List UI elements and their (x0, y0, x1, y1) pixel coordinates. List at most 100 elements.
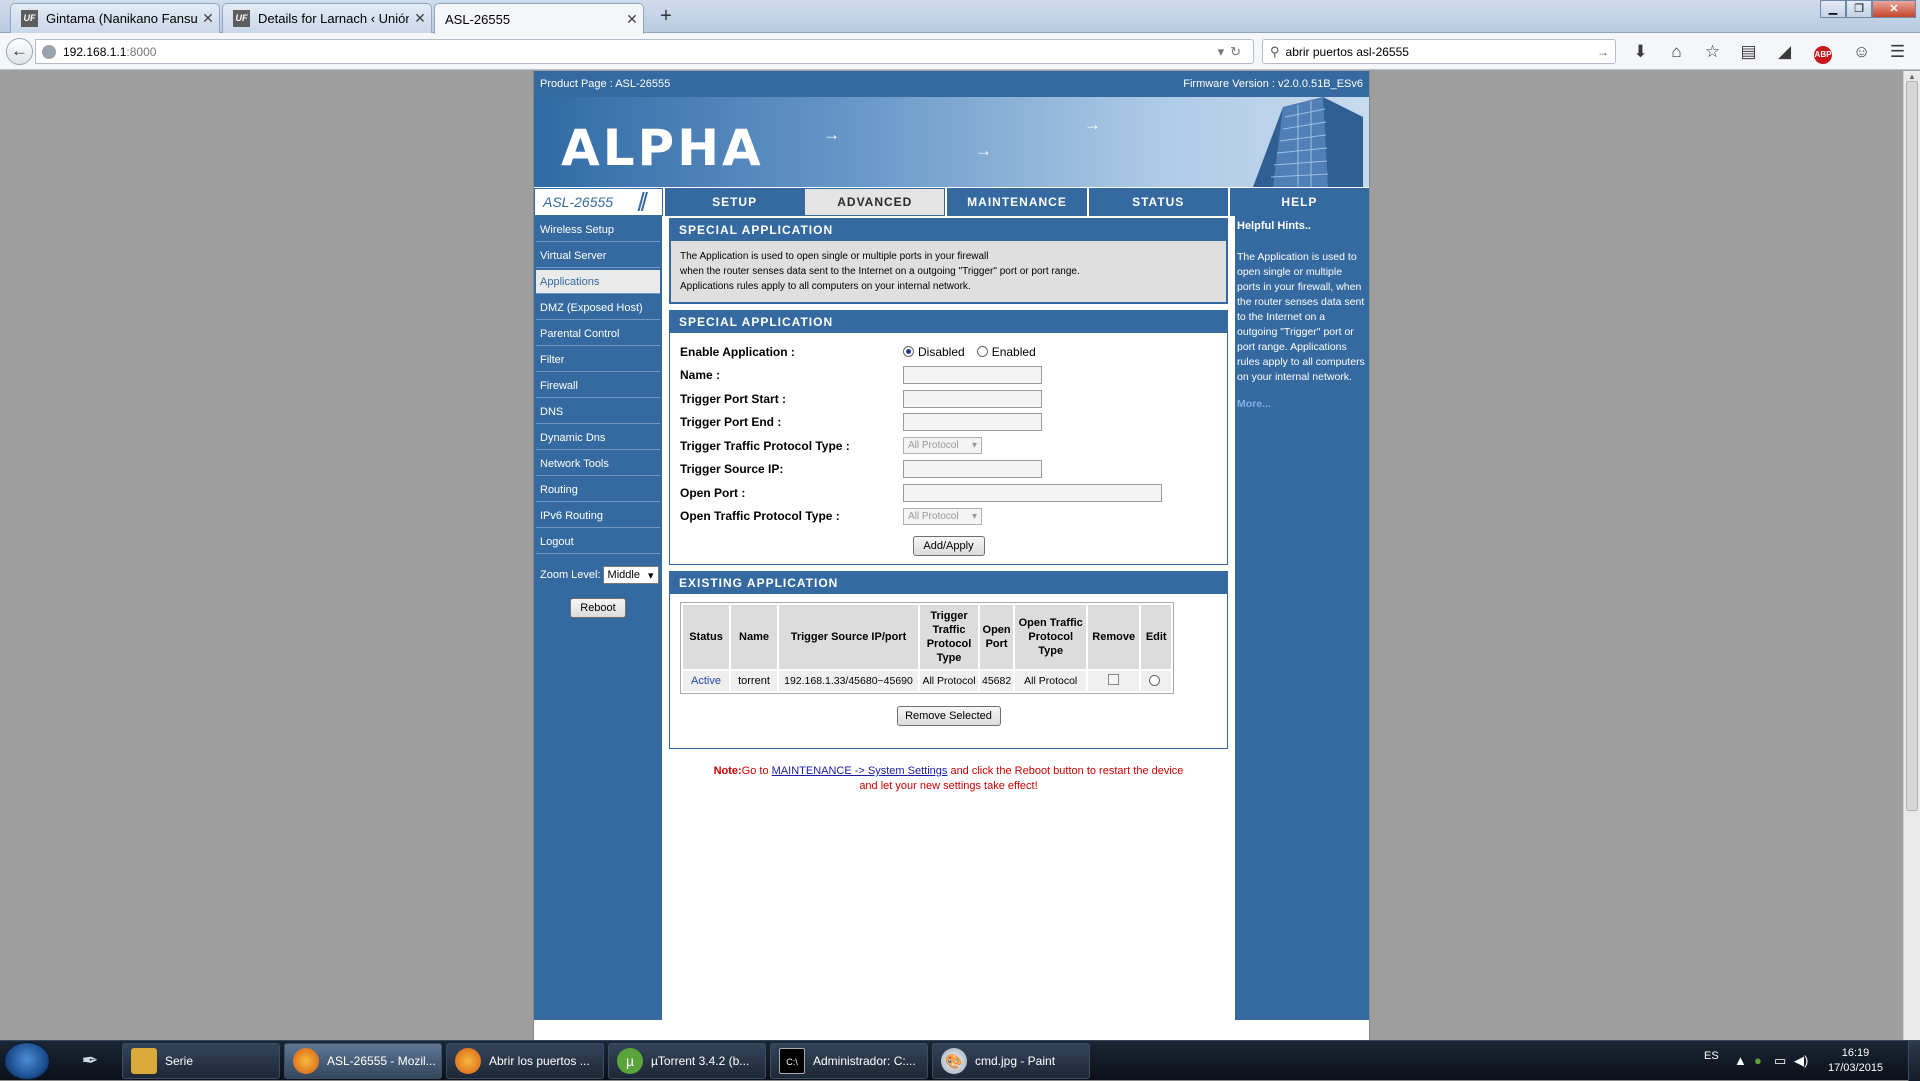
tab-help[interactable]: HELP (1227, 188, 1370, 216)
show-desktop-button[interactable] (1908, 1041, 1920, 1081)
menu-icon[interactable]: ☰ (1885, 40, 1910, 64)
volume-icon[interactable]: ◀) (1794, 1053, 1808, 1069)
close-tab-icon[interactable]: ✕ (197, 10, 219, 27)
sidebar-item-wireless-setup[interactable]: Wireless Setup (536, 218, 660, 242)
trigger-proto-select[interactable]: All Protocol ▾ (903, 437, 982, 455)
tab-gintama[interactable]: UF Gintama (Nanikano Fansu... ✕ (10, 3, 220, 33)
intro-line: The Application is used to open single o… (680, 251, 989, 262)
intro-description: The Application is used to open single o… (670, 241, 1227, 303)
scroll-up-icon[interactable]: ▲ (1908, 72, 1916, 81)
tab-advanced[interactable]: ADVANCED (804, 188, 946, 216)
radio-enabled[interactable]: Enabled (976, 345, 1036, 359)
taskbar-folder[interactable]: Serie (122, 1043, 280, 1079)
trigger-end-field[interactable] (903, 413, 1042, 432)
table-header-row: Status Name Trigger Source IP/port Trigg… (683, 605, 1172, 669)
radio-dot (903, 345, 914, 357)
sidebar-item-logout[interactable]: Logout (536, 530, 660, 554)
close-window-button[interactable]: ✕ (1872, 0, 1916, 18)
tab-status[interactable]: STATUS (1086, 188, 1228, 216)
adblock-icon[interactable]: ABP (1808, 40, 1838, 64)
trigger-proto-label: Trigger Traffic Protocol Type : (680, 438, 850, 453)
tab-setup[interactable]: SETUP (663, 188, 805, 216)
col-trigger-proto: Trigger Traffic Protocol Type (920, 605, 978, 669)
sidebar-item-dns[interactable]: DNS (536, 400, 660, 424)
url-host: 192.168.1.1 (63, 44, 127, 59)
sidebar-item-network-tools[interactable]: Network Tools (536, 452, 660, 476)
name-field[interactable] (903, 366, 1042, 385)
new-tab-button[interactable]: + (654, 4, 678, 30)
enable-row: Enable Application : Disabled Enabled (680, 340, 1217, 364)
navigation-bar: ← 192.168.1.1:8000 ▾↻ ⚲ abrir puertos as… (0, 33, 1920, 70)
sidebar-item-ipv6-routing[interactable]: IPv6 Routing (536, 504, 660, 528)
tab-larnach[interactable]: UF Details for Larnach ‹ Unión ... ✕ (222, 3, 432, 33)
add-apply-button[interactable]: Add/Apply (912, 536, 985, 556)
taskbar-utorrent[interactable]: µ µTorrent 3.4.2 (b... (608, 1043, 766, 1079)
sidebar-item-dynamic-dns[interactable]: Dynamic Dns (536, 426, 660, 450)
row-status: Active (683, 671, 729, 691)
utorrent-tray-icon[interactable]: ● (1754, 1053, 1762, 1068)
taskbar-firefox-router[interactable]: ASL-26555 - Mozil... (284, 1043, 442, 1079)
taskbar-firefox-puertos[interactable]: Abrir los puertos ... (446, 1043, 604, 1079)
intro-line: when the router senses data sent to the … (680, 266, 1080, 277)
download-icon[interactable]: ⬇ (1628, 40, 1653, 64)
col-open-port: Open Port (980, 605, 1014, 669)
open-port-label: Open Port : (680, 485, 746, 500)
bookmark-star-icon[interactable]: ☆ (1700, 40, 1725, 64)
taskbar-cmd[interactable]: C:\ Administrador: C:... (770, 1043, 928, 1079)
arrow-decoration-icon: → (1084, 115, 1101, 134)
reload-icon[interactable]: ▾↻ (1218, 44, 1253, 60)
tray-expand-icon[interactable]: ▲ (1734, 1053, 1747, 1068)
edit-radio[interactable] (1148, 674, 1160, 686)
close-tab-icon[interactable]: ✕ (621, 11, 643, 28)
home-icon[interactable]: ⌂ (1664, 40, 1689, 64)
clock[interactable]: 16:19 17/03/2015 (1828, 1046, 1883, 1076)
vertical-scrollbar[interactable]: ▲ (1903, 71, 1920, 1040)
tab-maintenance[interactable]: MAINTENANCE (945, 188, 1087, 216)
taskbar-label: ASL-26555 - Mozil... (327, 1054, 436, 1068)
scroll-thumb[interactable] (1906, 81, 1918, 811)
url-bar[interactable]: 192.168.1.1:8000 ▾↻ (35, 39, 1254, 64)
open-proto-select[interactable]: All Protocol ▾ (903, 507, 982, 525)
search-icon: ⚲ (1270, 43, 1280, 59)
zoom-select[interactable]: Middle ▾ (602, 566, 659, 584)
network-icon[interactable]: ▭ (1774, 1053, 1786, 1069)
sidebar-item-firewall[interactable]: Firewall (536, 374, 660, 398)
sidebar-item-routing[interactable]: Routing (536, 478, 660, 502)
search-bar[interactable]: ⚲ abrir puertos asl-26555 → (1262, 39, 1616, 64)
note-text: and click the Reboot button to restart t… (947, 765, 1184, 777)
arrow-decoration-icon: → (823, 125, 840, 144)
feather-pin-icon[interactable]: ✒ (70, 1044, 110, 1079)
radio-disabled[interactable]: Disabled (903, 345, 965, 359)
reading-list-icon[interactable]: ▤ (1736, 40, 1761, 64)
more-link[interactable]: More... (1237, 397, 1367, 412)
sidebar-item-dmz[interactable]: DMZ (Exposed Host) (536, 296, 660, 320)
sidebar-item-filter[interactable]: Filter (536, 348, 660, 372)
send-icon[interactable]: ◢ (1772, 40, 1797, 64)
row-open-port: 45682 (980, 671, 1014, 691)
clock-time: 16:19 (1841, 1047, 1870, 1059)
close-tab-icon[interactable]: ✕ (409, 10, 431, 27)
remove-checkbox[interactable] (1108, 674, 1120, 685)
sidebar-item-parental-control[interactable]: Parental Control (536, 322, 660, 346)
maximize-button[interactable]: ❐ (1846, 0, 1872, 18)
radio-dot (976, 345, 988, 357)
chevron-down-icon: ▾ (971, 510, 977, 522)
form-title: SPECIAL APPLICATION (670, 311, 1227, 333)
sidebar-item-applications[interactable]: Applications (536, 270, 660, 294)
remove-selected-button[interactable]: Remove Selected (896, 706, 1001, 726)
col-status: Status (683, 605, 729, 669)
taskbar-paint[interactable]: 🎨 cmd.jpg - Paint (932, 1043, 1090, 1079)
trigger-ip-field[interactable] (903, 460, 1042, 479)
sidebar-item-virtual-server[interactable]: Virtual Server (536, 244, 660, 268)
system-settings-link[interactable]: MAINTENANCE -> System Settings (772, 765, 948, 777)
trigger-start-field[interactable] (903, 389, 1042, 408)
tab-asl-26555[interactable]: ASL-26555 ✕ (434, 3, 644, 34)
search-go-icon[interactable]: → (1597, 45, 1615, 59)
back-button[interactable]: ← (6, 38, 33, 65)
reboot-button[interactable]: Reboot (570, 598, 626, 618)
start-button[interactable] (4, 1042, 50, 1080)
minimize-button[interactable]: ▁ (1820, 0, 1846, 18)
chat-icon[interactable]: ☺ (1849, 40, 1874, 64)
language-indicator[interactable]: ES (1704, 1050, 1719, 1062)
open-port-field[interactable] (903, 483, 1162, 502)
